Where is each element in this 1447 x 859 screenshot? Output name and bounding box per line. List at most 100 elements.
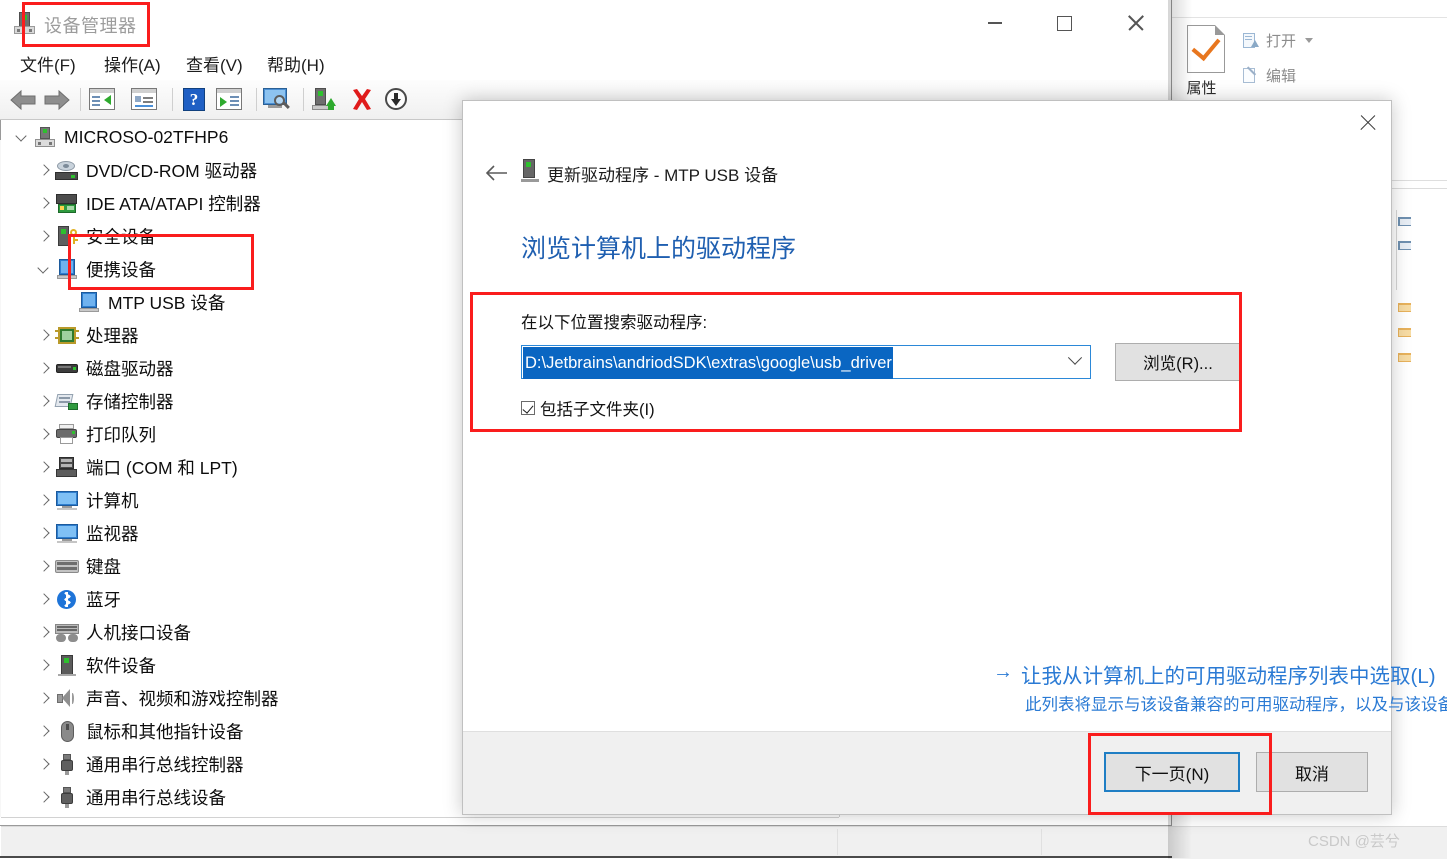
tree-row[interactable]: 键盘 [35, 550, 121, 583]
list-item[interactable] [1398, 350, 1438, 368]
search-path-value[interactable]: D:\Jetbrains\andriodSDK\extras\google\us… [523, 347, 893, 379]
chevron-right-icon[interactable] [35, 690, 53, 708]
chevron-right-icon[interactable] [35, 558, 53, 576]
chevron-down-icon[interactable] [1305, 38, 1314, 43]
chevron-right-icon[interactable] [35, 492, 53, 510]
list-item[interactable] [1398, 214, 1438, 232]
minimize-button[interactable] [972, 0, 1018, 46]
tree-row[interactable]: 磁盘驱动器 [35, 352, 174, 385]
tree-bottom-divider [1, 817, 839, 818]
tree-row[interactable]: 监视器 [35, 517, 139, 550]
tree-row[interactable]: 存储控制器 [35, 385, 174, 418]
tree-row-root[interactable]: MICROSO-02TFHP6 [13, 121, 228, 154]
tree-row[interactable]: 软件设备 [35, 649, 156, 682]
chevron-down-icon[interactable] [1060, 346, 1090, 378]
print-queue-icon [55, 423, 79, 446]
chevron-down-icon[interactable] [13, 129, 31, 147]
chevron-right-icon[interactable] [35, 591, 53, 609]
chevron-right-icon[interactable] [35, 426, 53, 444]
browse-button[interactable]: 浏览(R)... [1115, 343, 1241, 381]
tree-row-label: 键盘 [86, 557, 121, 577]
next-button[interactable]: 下一页(N) [1104, 752, 1240, 792]
ribbon-properties-label: 属性 [1186, 80, 1217, 97]
tree-row[interactable]: 通用串行总线设备 [35, 781, 226, 814]
mouse-icon [55, 720, 79, 743]
tree-row-label: 磁盘驱动器 [86, 359, 174, 379]
tree-row[interactable]: MTP USB 设备 [57, 286, 225, 319]
chevron-right-icon[interactable] [35, 162, 53, 180]
disable-device-icon[interactable] [382, 86, 410, 113]
update-driver-icon[interactable] [215, 86, 243, 113]
show-hide-console-tree-icon[interactable] [88, 86, 116, 113]
tree-row[interactable]: 蓝牙 [35, 583, 121, 616]
tree-row[interactable]: 通用串行总线控制器 [35, 748, 244, 781]
tree-row[interactable]: 鼠标和其他指针设备 [35, 715, 244, 748]
tree-row[interactable]: 便携设备 [35, 253, 156, 286]
chevron-right-icon[interactable] [35, 195, 53, 213]
folder-icon [1398, 350, 1413, 364]
back-arrow-icon[interactable] [479, 159, 515, 187]
menu-view[interactable]: 查看(V) [182, 48, 247, 79]
chevron-right-icon[interactable] [35, 228, 53, 246]
include-subfolders-label: 包括子文件夹(I) [540, 401, 655, 419]
close-icon[interactable] [1345, 101, 1391, 145]
chevron-right-icon[interactable] [35, 525, 53, 543]
checkbox-icon[interactable] [521, 401, 535, 415]
menu-action[interactable]: 操作(A) [100, 48, 165, 79]
tree-row-label: 蓝牙 [86, 590, 121, 610]
tree-row[interactable]: 计算机 [35, 484, 139, 517]
chevron-right-icon[interactable] [35, 393, 53, 411]
forward-arrow-icon[interactable] [42, 89, 72, 111]
chevron-right-icon[interactable] [35, 459, 53, 477]
tree-row-label: 存储控制器 [86, 392, 174, 412]
list-item[interactable] [1398, 300, 1438, 318]
tree-row[interactable]: DVD/CD-ROM 驱动器 [35, 154, 257, 187]
ribbon-edit-button[interactable]: 编辑 [1242, 65, 1296, 86]
window-title: 设备管理器 [44, 16, 137, 36]
chevron-down-icon[interactable] [35, 261, 53, 279]
scan-hardware-changes-icon[interactable] [262, 86, 294, 113]
tree-row[interactable]: 声音、视频和游戏控制器 [35, 682, 279, 715]
chevron-right-icon[interactable] [35, 789, 53, 807]
pick-from-list-link[interactable]: 让我从计算机上的可用驱动程序列表中选取(L) [1021, 659, 1436, 689]
chevron-right-icon[interactable] [35, 756, 53, 774]
monitor-icon [55, 523, 79, 545]
keyboard-icon [55, 556, 79, 578]
search-path-combobox[interactable]: D:\Jetbrains\andriodSDK\extras\google\us… [521, 345, 1091, 379]
chevron-right-icon[interactable] [35, 624, 53, 642]
enable-device-icon[interactable] [310, 86, 338, 113]
tree-row[interactable]: 安全设备 [35, 220, 156, 253]
update-driver-dialog: 更新驱动程序 - MTP USB 设备 浏览计算机上的驱动程序 在以下位置搜索驱… [462, 100, 1447, 815]
device-manager-icon [14, 12, 36, 34]
list-item[interactable] [1398, 238, 1438, 256]
folder-icon [1398, 325, 1413, 339]
computer-icon [33, 126, 57, 149]
tree-row[interactable]: 处理器 [35, 319, 139, 352]
tree-row[interactable]: IDE ATA/ATAPI 控制器 [35, 187, 261, 220]
tree-row[interactable]: 打印队列 [35, 418, 156, 451]
tree-row-label: 通用串行总线控制器 [86, 755, 244, 775]
storage-controller-icon [54, 391, 79, 413]
chevron-right-icon[interactable] [35, 723, 53, 741]
dvd-drive-icon [55, 160, 79, 182]
menu-help[interactable]: 帮助(H) [263, 48, 329, 79]
chevron-right-icon[interactable] [35, 657, 53, 675]
processor-icon [55, 325, 79, 347]
chevron-right-icon[interactable] [35, 327, 53, 345]
help-icon[interactable]: ? [180, 86, 208, 113]
close-button[interactable] [1112, 0, 1158, 46]
list-item[interactable] [1398, 325, 1438, 343]
tree-row[interactable]: 端口 (COM 和 LPT) [35, 451, 238, 484]
include-subfolders-checkbox[interactable]: 包括子文件夹(I) [521, 396, 655, 420]
back-arrow-icon[interactable] [8, 89, 38, 111]
menu-file[interactable]: 文件(F) [16, 48, 80, 79]
ribbon-open-button[interactable]: 打开 [1242, 30, 1314, 51]
chevron-right-icon[interactable] [35, 360, 53, 378]
status-bar [1, 826, 1171, 858]
properties-icon[interactable] [130, 86, 158, 113]
uninstall-device-icon[interactable] [348, 86, 376, 113]
cancel-button[interactable]: 取消 [1256, 752, 1368, 792]
tree-row[interactable]: 人机接口设备 [35, 616, 191, 649]
ribbon-properties-button[interactable]: 属性 [1178, 25, 1225, 98]
maximize-button[interactable] [1041, 0, 1087, 46]
